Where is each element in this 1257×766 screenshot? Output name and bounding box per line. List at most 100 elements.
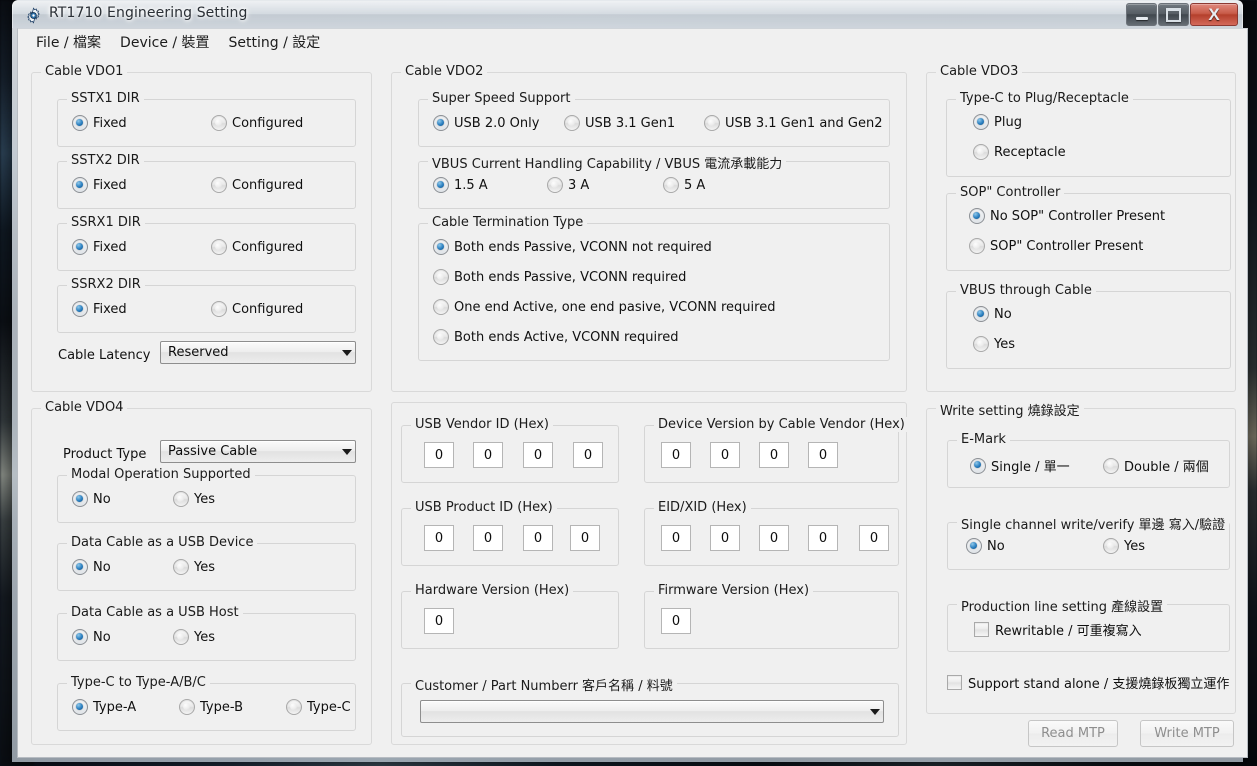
menu-file[interactable]: File / 檔案: [28, 29, 112, 55]
chevron-down-icon: [338, 441, 355, 462]
radio-vbus-1p5a[interactable]: 1.5 A: [433, 177, 488, 193]
radio-sstx2-fixed[interactable]: Fixed: [72, 177, 127, 193]
checkbox-label: Rewritable / 可重複寫入: [995, 620, 1142, 639]
radio-single-channel-yes[interactable]: Yes: [1103, 538, 1145, 554]
device-version-digit-3[interactable]: 0: [808, 442, 838, 468]
radio-term-passive-no-vconn[interactable]: Both ends Passive, VCONN not required: [433, 239, 712, 255]
radio-term-one-active[interactable]: One end Active, one end pasive, VCONN re…: [433, 299, 775, 315]
radio-single-channel-no[interactable]: No: [966, 538, 1005, 554]
radio-modal-no[interactable]: No: [72, 491, 111, 507]
radio-receptacle[interactable]: Receptacle: [973, 144, 1066, 160]
radio-usb-host-yes[interactable]: Yes: [173, 629, 215, 645]
title-bar: RT1710 Engineering Setting X: [12, 0, 1243, 28]
radio-label: Configured: [232, 240, 303, 255]
usb-product-id-digit-0[interactable]: 0: [424, 525, 454, 551]
maximize-button[interactable]: [1158, 3, 1189, 26]
eid-xid-digit-1[interactable]: 0: [710, 525, 740, 551]
usb-vendor-id-digit-3[interactable]: 0: [573, 442, 603, 468]
cable-latency-combo[interactable]: Reserved: [160, 341, 356, 364]
product-type-combo[interactable]: Passive Cable: [160, 440, 356, 463]
radio-ssrx2-configured[interactable]: Configured: [211, 301, 303, 317]
radio-label: Type-C: [307, 700, 351, 715]
radio-term-passive-vconn[interactable]: Both ends Passive, VCONN required: [433, 269, 686, 285]
radio-type-c[interactable]: Type-C: [286, 699, 351, 715]
eid-xid-digit-2[interactable]: 0: [759, 525, 789, 551]
radio-usb20-only[interactable]: USB 2.0 Only: [433, 115, 539, 131]
checkbox-label: Support stand alone / 支援燒錄板獨立運作: [968, 673, 1229, 692]
group-title-cable-vdo4: Cable VDO4: [41, 400, 127, 415]
radio-dot-icon: [72, 301, 88, 317]
label-cable-latency: Cable Latency: [58, 348, 150, 363]
customer-part-number-combo[interactable]: [420, 700, 884, 723]
group-typec-to-typeabc: Type-C to Type-A/B/C Type-A Type-B Type-…: [57, 683, 356, 731]
group-device-version: Device Version by Cable Vendor (Hex) 0 0…: [644, 425, 899, 483]
usb-product-id-digit-2[interactable]: 0: [523, 525, 553, 551]
eid-xid-digit-3[interactable]: 0: [808, 525, 838, 551]
radio-modal-yes[interactable]: Yes: [173, 491, 215, 507]
radio-emark-double[interactable]: Double / 兩個: [1103, 456, 1209, 475]
radio-term-both-active[interactable]: Both ends Active, VCONN required: [433, 329, 678, 345]
radio-usb-device-no[interactable]: No: [72, 559, 111, 575]
group-title-usb-device: Data Cable as a USB Device: [67, 535, 257, 550]
usb-vendor-id-digit-2[interactable]: 0: [523, 442, 553, 468]
usb-product-id-digit-1[interactable]: 0: [473, 525, 503, 551]
radio-dot-icon: [973, 144, 989, 160]
radio-vbus-through-yes[interactable]: Yes: [973, 336, 1015, 352]
radio-emark-single[interactable]: Single / 單一: [970, 456, 1070, 475]
radio-usb-device-yes[interactable]: Yes: [173, 559, 215, 575]
device-version-digit-2[interactable]: 0: [759, 442, 789, 468]
group-title-production-line: Production line setting 產線設置: [957, 596, 1167, 615]
radio-sstx1-configured[interactable]: Configured: [211, 115, 303, 131]
group-ssrx2-dir: SSRX2 DIR Fixed Configured: [57, 285, 356, 333]
radio-ssrx1-fixed[interactable]: Fixed: [72, 239, 127, 255]
checkbox-box-icon: [974, 622, 989, 637]
device-version-digit-1[interactable]: 0: [710, 442, 740, 468]
hardware-version-digit-0[interactable]: 0: [424, 608, 454, 634]
group-title-vbus-current: VBUS Current Handling Capability / VBUS …: [428, 153, 786, 172]
close-button[interactable]: X: [1190, 3, 1238, 26]
eid-xid-digit-0[interactable]: 0: [661, 525, 691, 551]
radio-ssrx1-configured[interactable]: Configured: [211, 239, 303, 255]
usb-vendor-id-digit-0[interactable]: 0: [424, 442, 454, 468]
radio-ssrx2-fixed[interactable]: Fixed: [72, 301, 127, 317]
minimize-button[interactable]: [1126, 3, 1157, 26]
radio-label: 1.5 A: [454, 178, 488, 193]
radio-type-b[interactable]: Type-B: [179, 699, 243, 715]
radio-label: Both ends Passive, VCONN not required: [454, 240, 712, 255]
checkbox-support-stand-alone[interactable]: Support stand alone / 支援燒錄板獨立運作: [947, 673, 1229, 692]
radio-usb31-gen1-gen2[interactable]: USB 3.1 Gen1 and Gen2: [704, 115, 883, 131]
usb-product-id-digit-3[interactable]: 0: [570, 525, 600, 551]
radio-dot-icon: [286, 699, 302, 715]
group-title-typec-to-typeabc: Type-C to Type-A/B/C: [67, 675, 210, 690]
gear-icon: [25, 7, 42, 24]
radio-type-a[interactable]: Type-A: [72, 699, 136, 715]
group-title-eid-xid: EID/XID (Hex): [654, 500, 751, 515]
group-cable-vdo3: Cable VDO3 Type-C to Plug/Receptacle Plu…: [926, 72, 1236, 392]
device-version-digit-0[interactable]: 0: [661, 442, 691, 468]
group-plug-receptacle: Type-C to Plug/Receptacle Plug Receptacl…: [946, 99, 1231, 177]
eid-xid-digit-4[interactable]: 0: [859, 525, 889, 551]
cable-latency-value: Reserved: [161, 345, 338, 360]
radio-sop-controller-present[interactable]: SOP" Controller Present: [969, 238, 1143, 254]
radio-dot-icon: [72, 629, 88, 645]
radio-usb31-gen1[interactable]: USB 3.1 Gen1: [564, 115, 675, 131]
read-mtp-button[interactable]: Read MTP: [1028, 720, 1118, 747]
firmware-version-digit-0[interactable]: 0: [661, 608, 691, 634]
group-title-usb-product-id: USB Product ID (Hex): [411, 500, 557, 515]
checkbox-rewritable[interactable]: Rewritable / 可重複寫入: [974, 620, 1142, 639]
group-ssrx1-dir: SSRX1 DIR Fixed Configured: [57, 223, 356, 271]
radio-dot-icon: [72, 699, 88, 715]
menu-device[interactable]: Device / 裝置: [112, 29, 221, 55]
radio-usb-host-no[interactable]: No: [72, 629, 111, 645]
radio-sstx1-fixed[interactable]: Fixed: [72, 115, 127, 131]
radio-vbus-5a[interactable]: 5 A: [663, 177, 705, 193]
radio-no-sop-controller[interactable]: No SOP" Controller Present: [969, 208, 1165, 224]
radio-plug[interactable]: Plug: [973, 114, 1022, 130]
group-write-setting: Write setting 燒錄設定 E-Mark Single / 單一 Do…: [926, 408, 1236, 714]
radio-vbus-3a[interactable]: 3 A: [547, 177, 589, 193]
write-mtp-button[interactable]: Write MTP: [1140, 720, 1234, 747]
usb-vendor-id-digit-1[interactable]: 0: [473, 442, 503, 468]
radio-sstx2-configured[interactable]: Configured: [211, 177, 303, 193]
menu-setting[interactable]: Setting / 設定: [221, 29, 332, 55]
radio-vbus-through-no[interactable]: No: [973, 306, 1012, 322]
